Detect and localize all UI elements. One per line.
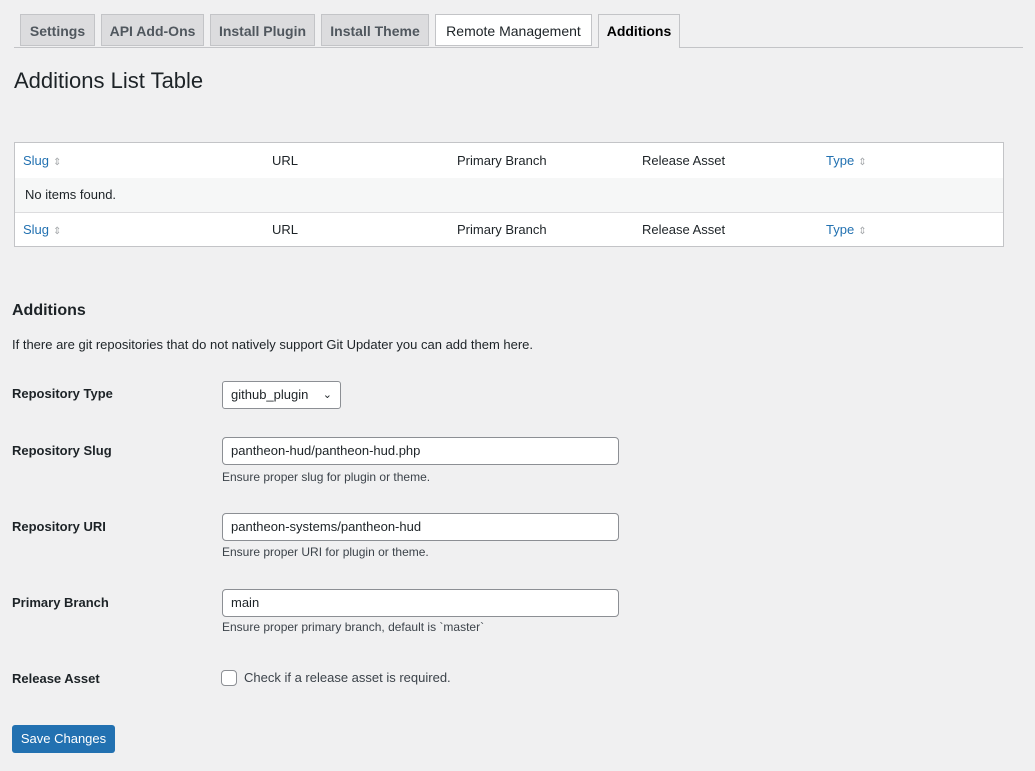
column-url: URL <box>272 222 299 237</box>
column-release-asset: Release Asset <box>642 153 726 168</box>
table-row-empty: No items found. <box>15 178 1003 213</box>
column-primary-branch: Primary Branch <box>457 153 547 168</box>
table-footer: Slug ⇕ URL Primary Branch Release Asset T… <box>15 212 1003 247</box>
tab-remote-management[interactable]: Remote Management <box>435 14 592 46</box>
primary-branch-input[interactable]: main <box>222 589 619 617</box>
column-type[interactable]: Type ⇕ <box>826 212 867 249</box>
column-slug[interactable]: Slug ⇕ <box>23 212 61 249</box>
column-slug[interactable]: Slug ⇕ <box>23 143 61 180</box>
column-primary-branch: Primary Branch <box>457 222 547 237</box>
section-title: Additions <box>12 302 86 319</box>
column-url: URL <box>272 153 299 168</box>
primary-branch-help: Ensure proper primary branch, default is… <box>222 620 485 634</box>
sort-icon: ⇕ <box>53 226 62 237</box>
tab-settings[interactable]: Settings <box>20 14 95 46</box>
repository-type-select[interactable]: github_plugin ⌄ <box>222 381 341 409</box>
tab-additions[interactable]: Additions <box>598 14 680 48</box>
repository-type-label: Repository Type <box>12 386 113 401</box>
tab-install-theme[interactable]: Install Theme <box>321 14 429 46</box>
tab-api-add-ons[interactable]: API Add-Ons <box>101 14 204 46</box>
release-asset-checkbox-label[interactable]: Check if a release asset is required. <box>244 670 451 685</box>
repository-uri-help: Ensure proper URI for plugin or theme. <box>222 545 429 559</box>
page-title: Additions List Table <box>14 68 204 93</box>
primary-branch-label: Primary Branch <box>12 595 109 610</box>
table-header: Slug ⇕ URL Primary Branch Release Asset T… <box>15 143 1003 179</box>
repository-uri-label: Repository URI <box>12 519 106 534</box>
repository-uri-input[interactable]: pantheon-systems/pantheon-hud <box>222 513 619 541</box>
repository-slug-help: Ensure proper slug for plugin or theme. <box>222 470 431 484</box>
release-asset-checkbox[interactable] <box>221 670 237 686</box>
save-changes-button[interactable]: Save Changes <box>12 725 115 753</box>
column-release-asset: Release Asset <box>642 222 726 237</box>
sort-icon: ⇕ <box>53 157 62 168</box>
release-asset-label: Release Asset <box>12 671 100 686</box>
tab-install-plugin[interactable]: Install Plugin <box>210 14 315 46</box>
chevron-down-icon: ⌄ <box>322 389 332 401</box>
section-description: If there are git repositories that do no… <box>12 337 534 352</box>
repository-slug-label: Repository Slug <box>12 443 112 458</box>
sort-icon: ⇕ <box>858 157 867 168</box>
tab-divider <box>14 47 1023 48</box>
sort-icon: ⇕ <box>858 226 867 237</box>
no-items-message: No items found. <box>25 187 117 202</box>
repository-slug-input[interactable]: pantheon-hud/pantheon-hud.php <box>222 437 619 465</box>
column-type[interactable]: Type ⇕ <box>826 143 867 180</box>
additions-table: Slug ⇕ URL Primary Branch Release Asset T… <box>14 142 1004 247</box>
